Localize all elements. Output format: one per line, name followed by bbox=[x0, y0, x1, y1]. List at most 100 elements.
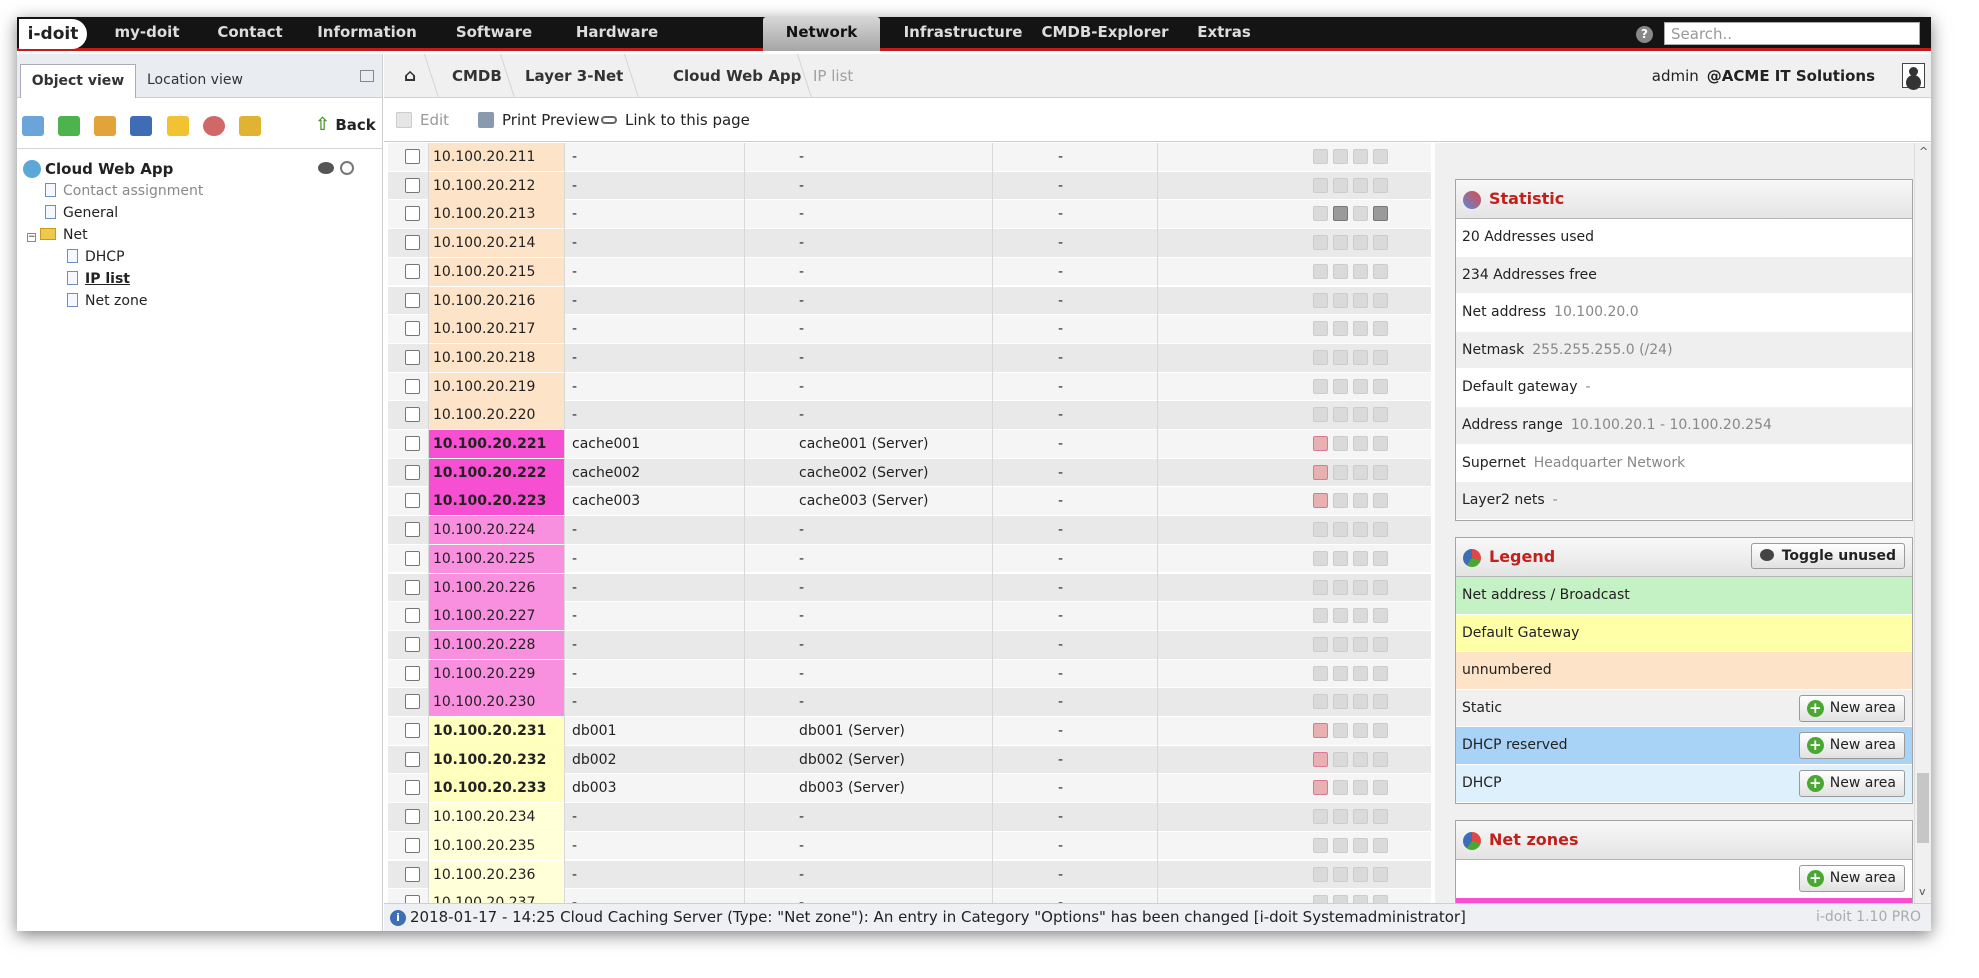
image-icon[interactable] bbox=[1373, 464, 1388, 480]
assigned-object[interactable]: - bbox=[799, 373, 804, 401]
ip-address[interactable]: 10.100.20.218 bbox=[428, 343, 564, 372]
table-row[interactable]: 10.100.20.230- - - bbox=[388, 688, 1431, 717]
magnifier-icon[interactable] bbox=[1353, 895, 1368, 903]
ip-address[interactable]: 10.100.20.227 bbox=[428, 602, 564, 631]
assigned-object[interactable]: - bbox=[799, 688, 804, 716]
edit-icon[interactable] bbox=[1313, 206, 1328, 222]
image-icon[interactable] bbox=[1373, 263, 1388, 279]
row-checkbox[interactable] bbox=[405, 895, 420, 903]
assigned-object[interactable]: - bbox=[799, 143, 804, 171]
ip-address[interactable]: 10.100.20.213 bbox=[428, 200, 564, 229]
breadcrumb-layer3-net[interactable]: Layer 3-Net bbox=[525, 54, 623, 98]
ip-address[interactable]: 10.100.20.212 bbox=[428, 171, 564, 200]
list-icon[interactable] bbox=[1333, 665, 1348, 681]
vertical-scrollbar[interactable]: ^ v bbox=[1914, 143, 1931, 903]
list-icon[interactable] bbox=[1333, 407, 1348, 423]
row-checkbox[interactable] bbox=[405, 321, 420, 337]
assigned-object[interactable]: - bbox=[799, 803, 804, 831]
image-icon[interactable] bbox=[1373, 636, 1388, 652]
list-icon[interactable] bbox=[1333, 292, 1348, 308]
image-icon[interactable] bbox=[1373, 522, 1388, 538]
ip-address[interactable]: 10.100.20.234 bbox=[428, 803, 564, 832]
image-icon[interactable] bbox=[1373, 723, 1388, 738]
list-icon[interactable] bbox=[1333, 751, 1348, 767]
edit-icon[interactable] bbox=[1313, 723, 1328, 738]
ip-address[interactable]: 10.100.20.229 bbox=[428, 659, 564, 688]
nav-information[interactable]: Information bbox=[302, 17, 432, 51]
magnifier-icon[interactable] bbox=[1353, 522, 1368, 538]
nav-hardware[interactable]: Hardware bbox=[557, 17, 677, 51]
list-icon[interactable] bbox=[1333, 235, 1348, 251]
nav-my-doit[interactable]: my-doit bbox=[97, 17, 197, 51]
list-icon[interactable] bbox=[1333, 464, 1348, 480]
magnifier-icon[interactable] bbox=[1353, 723, 1368, 738]
magnifier-icon[interactable] bbox=[1353, 263, 1368, 279]
row-checkbox[interactable] bbox=[405, 292, 420, 308]
new-area-button[interactable]: New area bbox=[1798, 769, 1905, 797]
image-icon[interactable] bbox=[1373, 149, 1388, 164]
table-row[interactable]: 10.100.20.223 cache003 cache003 (Server) - bbox=[388, 487, 1431, 517]
assigned-object[interactable]: - bbox=[799, 258, 804, 286]
list-icon[interactable] bbox=[1333, 636, 1348, 652]
print-preview-button[interactable]: Print Preview bbox=[478, 98, 600, 142]
assigned-object[interactable]: - bbox=[799, 545, 804, 573]
assigned-object[interactable]: - bbox=[799, 344, 804, 372]
table-row[interactable]: 10.100.20.226- - - bbox=[388, 573, 1431, 603]
magnifier-icon[interactable] bbox=[1353, 149, 1368, 164]
edit-icon[interactable] bbox=[1313, 436, 1328, 451]
edit-icon[interactable] bbox=[1313, 464, 1328, 480]
image-icon[interactable] bbox=[1373, 866, 1388, 882]
assigned-object[interactable]: - bbox=[799, 200, 804, 228]
tree-item-contact-assignment[interactable]: Contact assignment bbox=[45, 183, 203, 199]
row-checkbox[interactable] bbox=[405, 636, 420, 652]
edit-icon[interactable] bbox=[1313, 608, 1328, 624]
nav-extras[interactable]: Extras bbox=[1179, 17, 1269, 51]
list-icon[interactable] bbox=[1333, 780, 1348, 796]
row-checkbox[interactable] bbox=[405, 751, 420, 767]
image-icon[interactable] bbox=[1373, 608, 1388, 624]
edit-icon[interactable] bbox=[1313, 292, 1328, 308]
assigned-object[interactable]: - bbox=[799, 287, 804, 315]
link-to-page-button[interactable]: Link to this page bbox=[601, 98, 750, 142]
edit-icon[interactable] bbox=[1313, 665, 1328, 681]
row-checkbox[interactable] bbox=[405, 665, 420, 681]
row-checkbox[interactable] bbox=[405, 235, 420, 251]
table-row[interactable]: 10.100.20.237--- bbox=[388, 889, 1431, 903]
magnifier-icon[interactable] bbox=[1353, 579, 1368, 595]
assigned-object[interactable]: - bbox=[799, 602, 804, 630]
list-icon[interactable] bbox=[1333, 321, 1348, 337]
table-row[interactable]: 10.100.20.225- - - bbox=[388, 544, 1431, 574]
magnifier-icon[interactable] bbox=[1353, 493, 1368, 509]
list-icon[interactable] bbox=[1333, 579, 1348, 595]
row-checkbox[interactable] bbox=[405, 780, 420, 796]
magnifier-icon[interactable] bbox=[1353, 292, 1368, 308]
magnifier-icon[interactable] bbox=[1353, 751, 1368, 767]
list-icon[interactable] bbox=[1333, 177, 1348, 193]
ip-address[interactable]: 10.100.20.222 bbox=[428, 458, 564, 487]
magnifier-icon[interactable] bbox=[1353, 321, 1368, 337]
magnifier-icon[interactable] bbox=[1353, 464, 1368, 480]
magnifier-icon[interactable] bbox=[1353, 780, 1368, 796]
magnifier-icon[interactable] bbox=[1353, 206, 1368, 222]
image-icon[interactable] bbox=[1373, 895, 1388, 903]
tree-item-dhcp[interactable]: DHCP bbox=[67, 249, 125, 265]
new-area-button[interactable]: New area bbox=[1798, 732, 1905, 760]
magnifier-icon[interactable] bbox=[1353, 407, 1368, 423]
nav-contact[interactable]: Contact bbox=[200, 17, 300, 51]
row-checkbox[interactable] bbox=[405, 349, 420, 365]
table-row[interactable]: 10.100.20.221 cache001 cache001 (Server) - bbox=[388, 430, 1431, 459]
row-checkbox[interactable] bbox=[405, 464, 420, 480]
magnifier-icon[interactable] bbox=[1353, 636, 1368, 652]
image-icon[interactable] bbox=[1373, 349, 1388, 365]
edit-icon[interactable] bbox=[1313, 321, 1328, 337]
edit-icon[interactable] bbox=[1313, 263, 1328, 279]
lock-icon[interactable] bbox=[239, 116, 261, 136]
edit-icon[interactable] bbox=[1313, 550, 1328, 566]
list-icon[interactable] bbox=[1333, 866, 1348, 882]
ip-address[interactable]: 10.100.20.235 bbox=[428, 831, 564, 860]
image-icon[interactable] bbox=[1373, 579, 1388, 595]
assigned-object[interactable]: - bbox=[799, 574, 804, 602]
ip-address[interactable]: 10.100.20.236 bbox=[428, 860, 564, 889]
list-icon[interactable] bbox=[1333, 493, 1348, 509]
image-icon[interactable] bbox=[1373, 665, 1388, 681]
